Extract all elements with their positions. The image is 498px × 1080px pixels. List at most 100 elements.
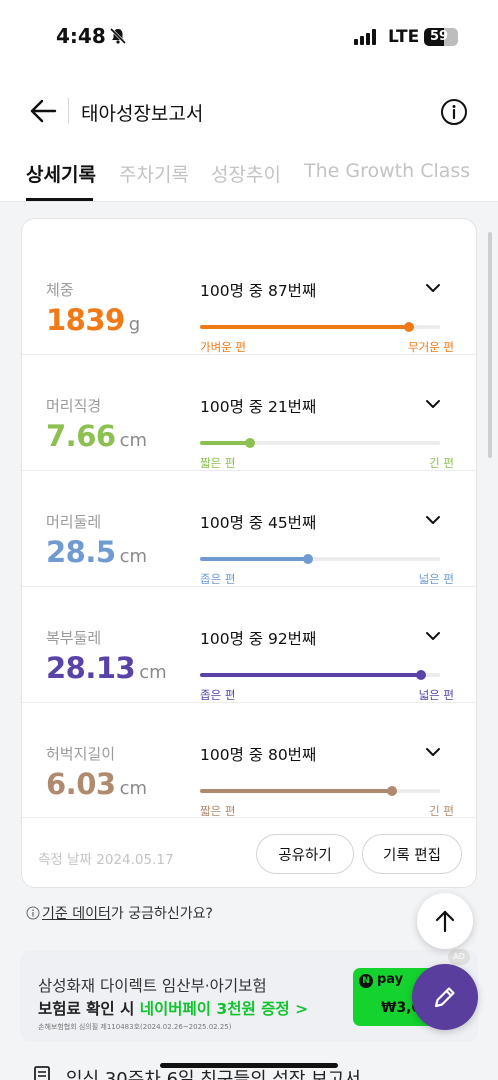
ad-fineprint: 손해보험협회 심의필 제110483호(2024.02.26~2025.02.2… <box>38 1023 232 1031</box>
share-button[interactable]: 공유하기 <box>256 834 354 874</box>
low-end-label: 좁은 편 <box>200 688 236 702</box>
home-indicator <box>160 1063 338 1068</box>
low-end-label: 좁은 편 <box>200 572 236 586</box>
ad-headline: 삼성화재 다이렉트 임산부·아기보험 <box>38 977 267 995</box>
info-circle-icon[interactable] <box>440 98 468 126</box>
metric-number: 28.5 <box>46 535 116 569</box>
tab-bar: 상세기록 주차기록 성장추이 The Growth Class <box>0 144 498 202</box>
edit-record-button[interactable]: 기록 편집 <box>362 834 462 874</box>
metric-row-head-diameter[interactable]: 머리직경 7.66 cm 100명 중 21번째 짧은 편 긴 편 <box>22 355 476 471</box>
ad-offer-highlight: 네이버페이 3천원 증정 > <box>139 1000 309 1018</box>
naverpay-logo-icon: N <box>359 974 373 988</box>
metric-unit: cm <box>139 662 167 683</box>
high-end-label: 무거운 편 <box>408 340 454 354</box>
chevron-down-icon[interactable] <box>424 511 442 529</box>
percentile-fill <box>200 441 251 445</box>
metric-rank: 100명 중 92번째 <box>200 630 317 648</box>
tab-growth-trend[interactable]: 성장추이 <box>211 160 281 187</box>
chevron-down-icon[interactable] <box>424 395 442 413</box>
metric-row-weight[interactable]: 체중 1839 g 100명 중 87번째 가벼운 편 무거운 편 <box>22 239 476 355</box>
scroll-to-top-button[interactable] <box>417 893 473 949</box>
network-type: LTE <box>388 27 420 47</box>
high-end-label: 긴 편 <box>429 456 454 470</box>
percentile-track <box>200 438 440 448</box>
high-end-label: 넓은 편 <box>418 688 454 702</box>
percentile-track <box>200 670 440 680</box>
status-bar: 4:48 LTE 59 <box>0 0 498 78</box>
metric-label: 복부둘레 <box>46 629 102 647</box>
metric-number: 28.13 <box>46 651 136 685</box>
metric-label: 허벅지길이 <box>46 745 116 763</box>
metric-rank: 100명 중 45번째 <box>200 514 317 532</box>
tab-detail-record[interactable]: 상세기록 <box>26 160 96 187</box>
metric-value: 7.66 cm <box>46 419 147 453</box>
percentile-marker <box>387 786 397 796</box>
metric-row-abdominal-circumference[interactable]: 복부둘레 28.13 cm 100명 중 92번째 좁은 편 넓은 편 <box>22 587 476 703</box>
percentile-fill <box>200 325 409 329</box>
page-title: 태아성장보고서 <box>81 103 204 125</box>
percentile-fill <box>200 557 308 561</box>
active-tab-indicator <box>26 198 93 201</box>
percentile-track <box>200 554 440 564</box>
ad-badge: AD <box>448 949 470 965</box>
metric-number: 1839 <box>46 303 125 337</box>
ad-banner[interactable]: 삼성화재 다이렉트 임산부·아기보험 보험료 확인 시 네이버페이 3천원 증정… <box>20 950 478 1042</box>
low-end-label: 가벼운 편 <box>200 340 246 354</box>
metric-rank: 100명 중 80번째 <box>200 746 317 764</box>
measure-date: 측정 날짜 2024.05.17 <box>38 852 174 868</box>
percentile-track <box>200 786 440 796</box>
percentile-fill <box>200 789 392 793</box>
ad-offer: 보험료 확인 시 네이버페이 3천원 증정 > <box>38 997 308 1019</box>
percentile-marker <box>415 670 426 680</box>
high-end-label: 넓은 편 <box>418 572 454 586</box>
naverpay-wordmark: pay <box>377 972 404 987</box>
metric-value: 1839 g <box>46 303 140 337</box>
bell-off-icon <box>109 27 127 45</box>
metric-label: 체중 <box>46 281 74 299</box>
battery-icon: 59 <box>424 28 458 46</box>
metric-value: 28.13 cm <box>46 651 167 685</box>
pencil-icon <box>434 987 455 1008</box>
arrow-up-icon <box>435 910 455 933</box>
reference-link-suffix: 가 궁금하신가요? <box>110 906 213 922</box>
chevron-down-icon[interactable] <box>424 627 442 645</box>
percentile-marker <box>245 438 256 448</box>
arrow-left-icon[interactable] <box>26 94 60 128</box>
card-footer: 측정 날짜 2024.05.17 공유하기 기록 편집 <box>22 817 476 887</box>
metric-number: 7.66 <box>46 419 116 453</box>
low-end-label: 짧은 편 <box>200 456 236 470</box>
tab-growth-class[interactable]: The Growth Class <box>304 160 470 182</box>
percentile-marker <box>303 554 313 564</box>
metric-row-femur-length[interactable]: 허벅지길이 6.03 cm 100명 중 80번째 짧은 편 긴 편 <box>22 703 476 819</box>
percentile-fill <box>200 673 421 677</box>
metric-unit: g <box>128 314 141 335</box>
ad-offer-prefix: 보험료 확인 시 <box>38 1000 140 1018</box>
percentile-track <box>200 322 440 332</box>
document-icon <box>34 1066 50 1080</box>
metric-rank: 100명 중 21번째 <box>200 398 317 416</box>
scrollbar[interactable] <box>488 232 492 458</box>
chevron-down-icon[interactable] <box>424 743 442 761</box>
reference-link-text[interactable]: 기준 데이터 <box>42 906 111 922</box>
growth-metrics-card: 체중 1839 g 100명 중 87번째 가벼운 편 무거운 편 머리직경 7.… <box>21 218 477 888</box>
metric-value: 6.03 cm <box>46 767 147 801</box>
battery-percent: 59 <box>429 29 449 44</box>
status-time: 4:48 <box>56 24 106 48</box>
metric-number: 6.03 <box>46 767 116 801</box>
metric-value: 28.5 cm <box>46 535 147 569</box>
signal-icon <box>354 29 376 45</box>
metric-label: 머리둘레 <box>46 513 102 531</box>
tab-weekly-record[interactable]: 주차기록 <box>119 160 189 187</box>
metric-unit: cm <box>119 546 147 567</box>
percentile-marker <box>403 322 414 332</box>
write-record-button[interactable] <box>412 964 478 1030</box>
app-bar: 태아성장보고서 <box>0 78 498 144</box>
title-divider <box>68 98 69 124</box>
metric-unit: cm <box>119 778 147 799</box>
info-circle-icon <box>26 906 40 920</box>
metric-unit: cm <box>119 430 147 451</box>
metric-row-head-circumference[interactable]: 머리둘레 28.5 cm 100명 중 45번째 좁은 편 넓은 편 <box>22 471 476 587</box>
chevron-down-icon[interactable] <box>424 279 442 297</box>
metric-rank: 100명 중 87번째 <box>200 282 317 300</box>
reference-data-link[interactable]: 기준 데이터가 궁금하신가요? <box>26 903 213 923</box>
